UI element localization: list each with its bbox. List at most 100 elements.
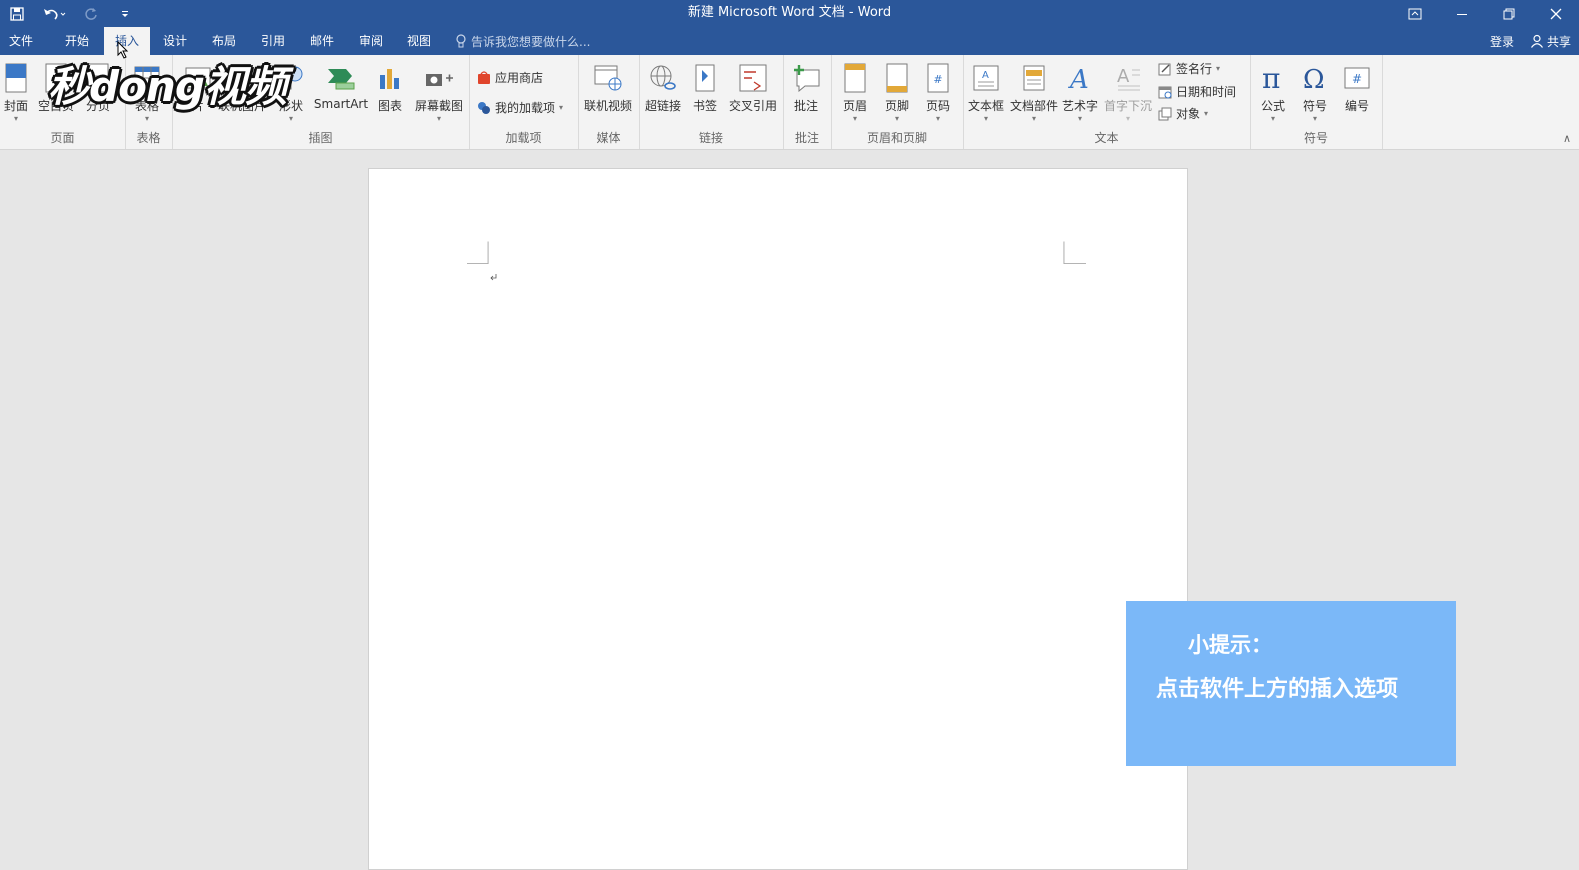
page-number-icon: # <box>927 63 949 93</box>
group-label-symbols: 符号 <box>1303 131 1328 145</box>
window-title: 新建 Microsoft Word 文档 - Word <box>687 5 892 20</box>
video-watermark-logo: 秒dong视频 <box>48 62 287 111</box>
comment-button[interactable]: 批注 <box>784 61 828 114</box>
person-icon <box>1531 34 1543 48</box>
tip-overlay: 小提示： 点击软件上方的插入选项 <box>1126 601 1456 766</box>
group-header-footer: 页眉 ▾ 页脚 ▾ # 页码 ▾ 页眉和页脚 <box>831 55 964 149</box>
dropdown-arrow-icon: ▾ <box>1204 109 1209 118</box>
tab-file[interactable]: 文件 <box>0 27 42 55</box>
tab-home[interactable]: 开始 <box>56 27 98 55</box>
footer-button[interactable]: 页脚 ▾ <box>875 61 919 124</box>
save-icon[interactable] <box>0 0 34 27</box>
online-video-button[interactable]: 联机视频 <box>582 61 634 114</box>
group-addins: 应用商店 我的加载项 ▾ 加载项 <box>469 55 579 149</box>
footer-icon <box>886 63 908 93</box>
bookmark-icon <box>695 64 715 92</box>
svg-text:#: # <box>933 73 942 86</box>
dropdown-arrow-icon: ▾ <box>1312 114 1317 123</box>
close-icon[interactable] <box>1532 0 1579 27</box>
group-label-links: 链接 <box>698 131 723 145</box>
equation-button[interactable]: π 公式 ▾ <box>1251 61 1295 124</box>
smartart-button[interactable]: SmartArt <box>313 61 369 111</box>
addins-icon <box>478 101 490 114</box>
tip-title: 小提示： <box>1188 633 1272 657</box>
ribbon-display-options-icon[interactable] <box>1391 0 1438 27</box>
dropdown-arrow-icon: ▾ <box>1125 114 1130 123</box>
signature-line-button[interactable]: 签名行 ▾ <box>1158 60 1220 77</box>
share-button[interactable]: 共享 <box>1530 33 1571 50</box>
text-box-button[interactable]: A 文本框 ▾ <box>964 61 1008 124</box>
chart-button[interactable]: 图表 <box>368 61 412 114</box>
drop-cap-icon: A <box>1117 66 1140 91</box>
cover-page-icon <box>5 63 27 93</box>
group-text: A 文本框 ▾ 文档部件 ▾ A 艺术字 ▾ A 首字下沉 ▾ 签名行 ▾ 日期… <box>963 55 1251 149</box>
tab-design[interactable]: 设计 <box>154 27 196 55</box>
dropdown-arrow-icon: ▾ <box>288 114 293 123</box>
dropdown-arrow-icon: ▾ <box>983 114 988 123</box>
window-controls <box>1391 0 1579 27</box>
tell-me-text: 告诉我您想要做什么... <box>471 34 591 49</box>
header-button[interactable]: 页眉 ▾ <box>833 61 877 124</box>
cross-reference-icon <box>739 64 767 92</box>
quick-access-toolbar <box>0 0 142 27</box>
chart-icon <box>380 69 399 89</box>
dropdown-arrow-icon: ▾ <box>935 114 940 123</box>
group-label-addins: 加载项 <box>505 131 542 145</box>
page-number-button[interactable]: # 页码 ▾ <box>916 61 960 124</box>
quick-parts-button[interactable]: 文档部件 ▾ <box>1009 61 1059 124</box>
wordart-button[interactable]: A 艺术字 ▾ <box>1058 61 1102 124</box>
dropdown-arrow-icon: ▾ <box>852 114 857 123</box>
undo-icon[interactable] <box>34 0 74 27</box>
cross-reference-button[interactable]: 交叉引用 <box>727 61 779 114</box>
object-icon <box>1158 107 1172 120</box>
screenshot-button[interactable]: 屏幕截图 ▾ <box>414 61 464 124</box>
group-label-comments: 批注 <box>794 131 819 145</box>
margin-corner-top-left <box>467 241 489 265</box>
tell-me-box[interactable]: 告诉我您想要做什么... <box>456 27 590 55</box>
tab-mailings[interactable]: 邮件 <box>301 27 343 55</box>
tab-review[interactable]: 审阅 <box>350 27 392 55</box>
dropdown-arrow-icon: ▾ <box>144 114 149 123</box>
bookmark-button[interactable]: 书签 <box>683 61 727 114</box>
dropdown-arrow-icon: ▾ <box>559 103 564 112</box>
tab-layout[interactable]: 布局 <box>203 27 245 55</box>
redo-icon[interactable] <box>74 0 108 27</box>
svg-text:π: π <box>1262 64 1280 92</box>
group-media: 联机视频 媒体 <box>578 55 640 149</box>
collapse-ribbon-icon[interactable]: ∧ <box>1563 132 1571 145</box>
my-addins-button[interactable]: 我的加载项 ▾ <box>477 99 563 116</box>
mouse-cursor-icon <box>117 41 129 59</box>
dropdown-arrow-icon: ▾ <box>894 114 899 123</box>
group-label-pages: 页面 <box>50 131 75 145</box>
customize-qat-icon[interactable] <box>108 0 142 27</box>
cover-page-button[interactable]: 封面 ▾ <box>0 61 38 124</box>
symbol-button[interactable]: Ω 符号 ▾ <box>1293 61 1337 124</box>
document-page[interactable] <box>368 168 1188 870</box>
group-label-header-footer: 页眉和页脚 <box>866 131 927 145</box>
drop-cap-button[interactable]: A 首字下沉 ▾ <box>1103 61 1153 124</box>
number-button[interactable]: # 编号 <box>1335 61 1379 114</box>
tab-view[interactable]: 视图 <box>398 27 440 55</box>
restore-icon[interactable] <box>1485 0 1532 27</box>
quick-parts-icon <box>1023 65 1045 91</box>
minimize-icon[interactable] <box>1438 0 1485 27</box>
text-box-icon: A <box>973 65 999 91</box>
omega-icon: Ω <box>1303 65 1325 92</box>
dropdown-arrow-icon: ▾ <box>1077 114 1082 123</box>
store-icon <box>478 70 490 84</box>
group-symbols: π 公式 ▾ Ω 符号 ▾ # 编号 符号 <box>1250 55 1383 149</box>
hyperlink-button[interactable]: 超链接 <box>641 61 685 114</box>
object-button[interactable]: 对象 ▾ <box>1158 105 1208 122</box>
smartart-icon <box>328 69 355 90</box>
ribbon-tab-bar: 文件 开始 插入 设计 布局 引用 邮件 审阅 视图 告诉我您想要做什么... … <box>0 27 1579 55</box>
signature-icon <box>1158 63 1171 75</box>
group-label-table: 表格 <box>136 131 161 145</box>
group-label-media: 媒体 <box>596 131 621 145</box>
svg-text:Ω: Ω <box>1303 65 1325 92</box>
tab-references[interactable]: 引用 <box>252 27 294 55</box>
login-link[interactable]: 登录 <box>1490 33 1514 50</box>
date-time-button[interactable]: 日期和时间 <box>1158 83 1236 100</box>
store-button[interactable]: 应用商店 <box>477 69 543 86</box>
title-bar: 新建 Microsoft Word 文档 - Word <box>0 0 1579 27</box>
margin-corner-top-right <box>1063 241 1086 265</box>
